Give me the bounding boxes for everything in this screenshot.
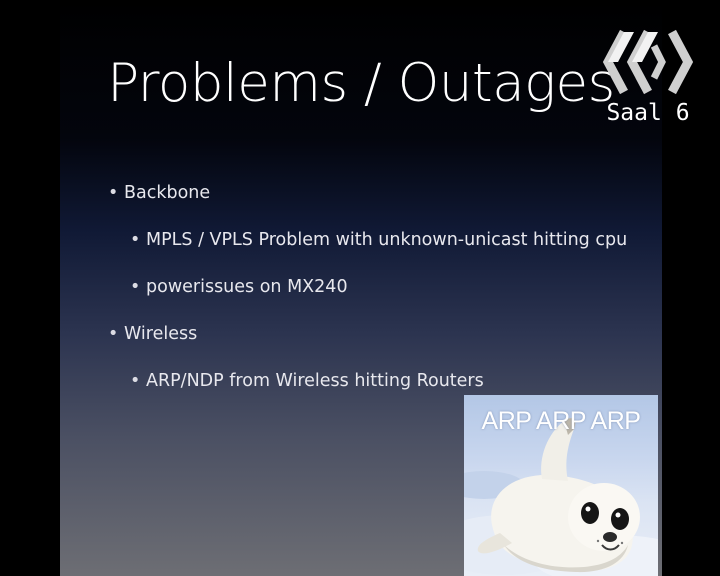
- seal-photo: ARP ARP ARP: [464, 395, 658, 576]
- room-label: Saal 6: [606, 100, 690, 126]
- bullet-item: MPLS / VPLS Problem with unknown-unicast…: [108, 225, 627, 272]
- video-frame: Problems / Outages Backbone MPLS / VPLS …: [0, 0, 720, 576]
- channel-logo: Saal 6: [598, 24, 698, 134]
- bullet-item: powerissues on MX240: [108, 272, 627, 319]
- bullet-item: Backbone: [108, 178, 627, 225]
- bullet-item: Wireless: [108, 319, 627, 366]
- slide-title: Problems / Outages: [107, 53, 615, 114]
- ccc-logo-icon: [602, 29, 694, 95]
- bullet-list: Backbone MPLS / VPLS Problem with unknow…: [108, 178, 627, 413]
- photo-caption: ARP ARP ARP: [481, 407, 641, 435]
